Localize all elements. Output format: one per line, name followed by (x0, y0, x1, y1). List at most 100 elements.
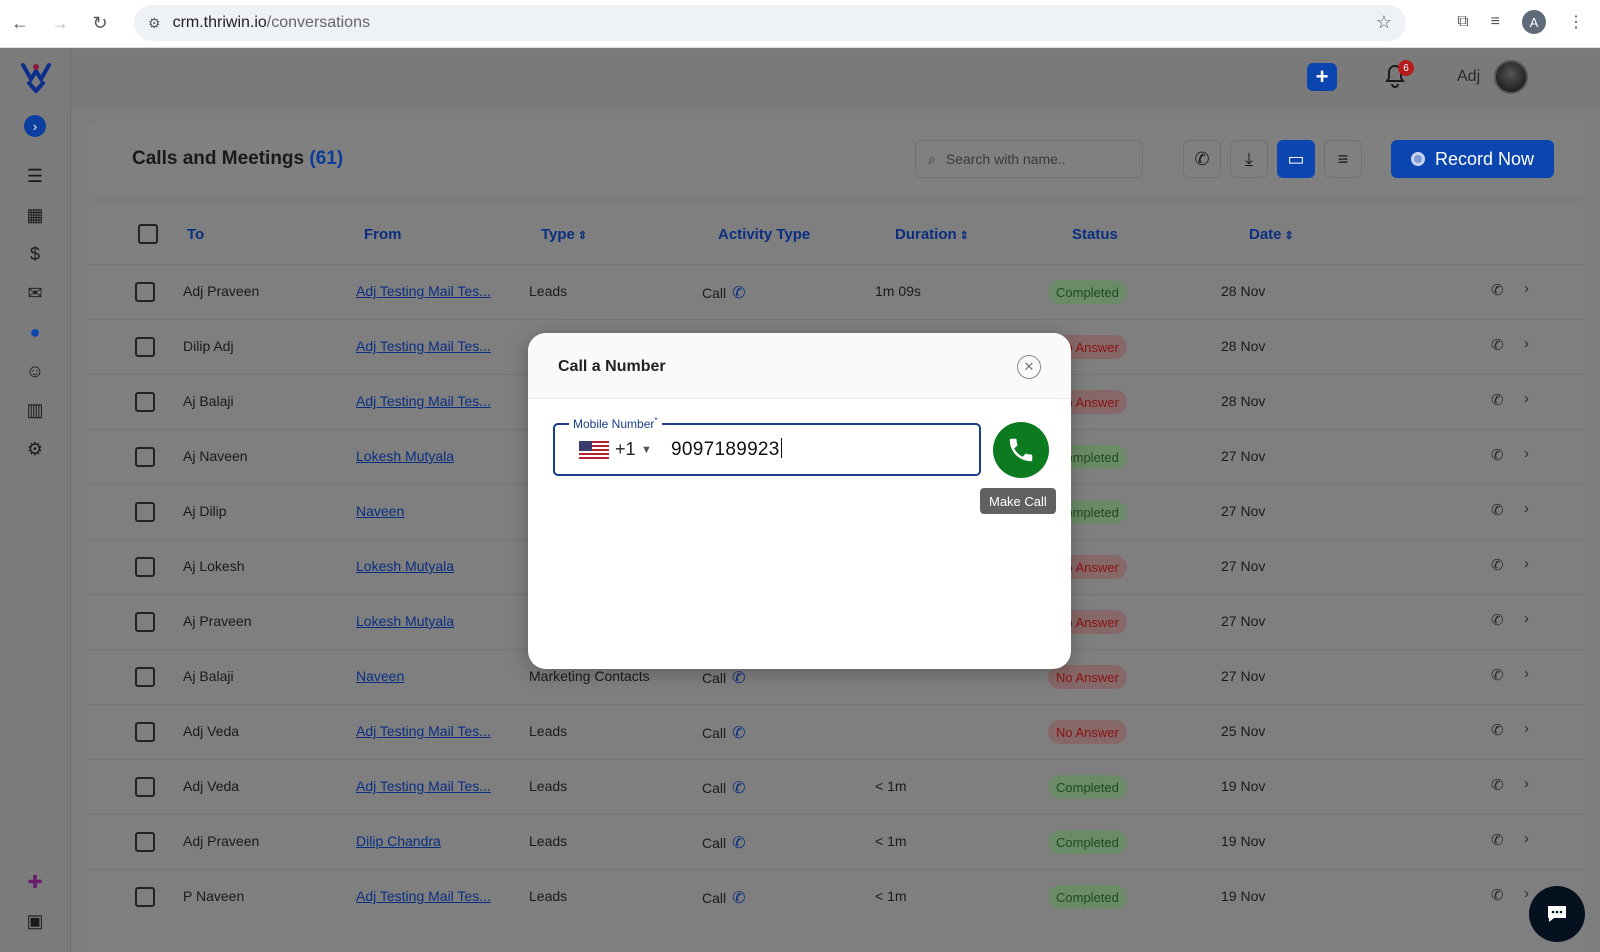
chevron-down-icon[interactable]: ▼ (641, 444, 652, 456)
row-checkbox[interactable] (135, 557, 155, 577)
media-icon[interactable]: ≡ (1491, 13, 1500, 31)
select-all-checkbox[interactable] (138, 224, 158, 244)
site-settings-icon[interactable]: ⚙ (148, 15, 161, 32)
calendar-view-button[interactable]: ▭ (1277, 140, 1315, 178)
cell-date: 27 Nov (1221, 503, 1266, 519)
row-call-icon[interactable]: ✆ (1491, 281, 1504, 299)
chevron-right-icon[interactable]: › (1524, 665, 1529, 682)
cell-from-link[interactable]: Lokesh Mutyala (356, 448, 454, 464)
cell-from-link[interactable]: Adj Testing Mail Tes... (356, 888, 491, 904)
row-call-icon[interactable]: ✆ (1491, 831, 1504, 849)
row-call-icon[interactable]: ✆ (1491, 666, 1504, 684)
row-call-icon[interactable]: ✆ (1491, 336, 1504, 354)
row-checkbox[interactable] (135, 337, 155, 357)
row-checkbox[interactable] (135, 667, 155, 687)
table-row[interactable]: Adj Praveen Dilip Chandra Leads Call ✆ < 1m Co… (88, 814, 1585, 869)
row-checkbox[interactable] (135, 282, 155, 302)
dashboard-grid-icon[interactable]: ▦ (22, 205, 48, 226)
chevron-right-icon[interactable]: › (1524, 885, 1529, 902)
company-icon[interactable]: ▥ (22, 400, 48, 421)
row-call-icon[interactable]: ✆ (1491, 556, 1504, 574)
contacts-icon[interactable]: ☺ (22, 361, 48, 382)
column-header-from[interactable]: From (364, 226, 402, 243)
chevron-right-icon[interactable]: › (1524, 775, 1529, 792)
column-header-to[interactable]: To (187, 226, 204, 243)
cell-from-link[interactable]: Adj Testing Mail Tes... (356, 723, 491, 739)
download-button[interactable]: ⤓ (1230, 140, 1268, 178)
record-now-button[interactable]: Record Now (1391, 140, 1554, 178)
table-row[interactable]: Adj Veda Adj Testing Mail Tes... Leads Call… (88, 704, 1585, 759)
country-dial-code[interactable]: +1 (615, 439, 636, 460)
row-checkbox[interactable] (135, 612, 155, 632)
bookmark-star-icon[interactable]: ☆ (1376, 12, 1392, 33)
cell-from-link[interactable]: Naveen (356, 668, 404, 684)
cell-from-link[interactable]: Adj Testing Mail Tes... (356, 393, 491, 409)
table-row[interactable]: Adj Veda Adj Testing Mail Tes... Leads Call… (88, 759, 1585, 814)
address-bar[interactable]: ⚙ crm.thriwin.io/conversations ☆ (134, 5, 1406, 41)
row-call-icon[interactable]: ✆ (1491, 611, 1504, 629)
column-header-type[interactable]: Type ⇕ (541, 226, 587, 243)
row-checkbox[interactable] (135, 777, 155, 797)
profile-avatar[interactable]: A (1522, 10, 1546, 34)
call-button[interactable]: ✆ (1183, 140, 1221, 178)
table-row[interactable]: P Naveen Adj Testing Mail Tes... Leads Call… (88, 869, 1585, 924)
reload-icon[interactable]: ↻ (80, 13, 120, 34)
activity-list-icon[interactable]: ☰ (22, 166, 48, 187)
chevron-right-icon[interactable]: › (1524, 610, 1529, 627)
chat-support-button[interactable] (1529, 886, 1585, 942)
mail-icon[interactable]: ✉ (22, 283, 48, 304)
chevron-right-icon[interactable]: › (1524, 280, 1529, 297)
cell-from-link[interactable]: Lokesh Mutyala (356, 613, 454, 629)
user-name[interactable]: Adj (1457, 68, 1480, 86)
row-checkbox[interactable] (135, 722, 155, 742)
dollar-icon[interactable]: $ (22, 244, 48, 265)
row-checkbox[interactable] (135, 447, 155, 467)
cell-from-link[interactable]: Adj Testing Mail Tes... (356, 778, 491, 794)
column-header-status[interactable]: Status (1072, 226, 1118, 243)
row-call-icon[interactable]: ✆ (1491, 391, 1504, 409)
conversations-icon[interactable]: ● (22, 322, 48, 343)
chevron-right-icon[interactable]: › (1524, 720, 1529, 737)
column-header-activity-type[interactable]: Activity Type (718, 226, 810, 243)
row-call-icon[interactable]: ✆ (1491, 886, 1504, 904)
wallet-icon[interactable]: ▣ (22, 911, 48, 932)
apps-icon[interactable]: ✚ (22, 872, 48, 893)
mobile-number-field[interactable]: Mobile Number* +1 ▼ 9097189923 (553, 416, 981, 476)
chevron-right-icon[interactable]: › (1524, 500, 1529, 517)
quick-add-button[interactable]: + (1307, 63, 1337, 91)
forward-icon[interactable]: → (40, 13, 80, 34)
chevron-right-icon[interactable]: › (1524, 335, 1529, 352)
chevron-right-icon[interactable]: › (1524, 390, 1529, 407)
cell-from-link[interactable]: Lokesh Mutyala (356, 558, 454, 574)
row-call-icon[interactable]: ✆ (1491, 501, 1504, 519)
make-call-button[interactable] (993, 422, 1049, 478)
row-call-icon[interactable]: ✆ (1491, 446, 1504, 464)
row-call-icon[interactable]: ✆ (1491, 721, 1504, 739)
chevron-right-icon[interactable]: › (1524, 445, 1529, 462)
row-call-icon[interactable]: ✆ (1491, 776, 1504, 794)
row-checkbox[interactable] (135, 392, 155, 412)
column-header-date[interactable]: Date ⇕ (1249, 226, 1294, 243)
chevron-right-icon[interactable]: › (1524, 555, 1529, 572)
sidebar-expand-button[interactable]: › (24, 115, 46, 137)
cell-from-link[interactable]: Adj Testing Mail Tes... (356, 283, 491, 299)
search-input[interactable]: ⌕ Search with name.. (915, 140, 1143, 178)
chevron-right-icon[interactable]: › (1524, 830, 1529, 847)
row-checkbox[interactable] (135, 502, 155, 522)
phone-number-input[interactable]: 9097189923 (671, 438, 782, 461)
cell-from-link[interactable]: Naveen (356, 503, 404, 519)
column-header-duration[interactable]: Duration ⇕ (895, 226, 969, 243)
back-icon[interactable]: ← (0, 13, 40, 34)
cell-from-link[interactable]: Adj Testing Mail Tes... (356, 338, 491, 354)
browser-menu-icon[interactable]: ⋮ (1568, 12, 1584, 32)
row-checkbox[interactable] (135, 832, 155, 852)
row-checkbox[interactable] (135, 887, 155, 907)
user-avatar[interactable] (1494, 60, 1528, 94)
thriwin-logo-icon[interactable] (19, 61, 53, 93)
cell-from-link[interactable]: Dilip Chandra (356, 833, 441, 849)
reports-settings-icon[interactable]: ⚙ (22, 439, 48, 460)
table-row[interactable]: Adj Praveen Adj Testing Mail Tes... Leads C… (88, 264, 1585, 319)
extensions-icon[interactable]: ⧉ (1457, 13, 1468, 31)
close-icon[interactable]: ✕ (1017, 355, 1041, 379)
filter-button[interactable]: ≡ (1324, 140, 1362, 178)
